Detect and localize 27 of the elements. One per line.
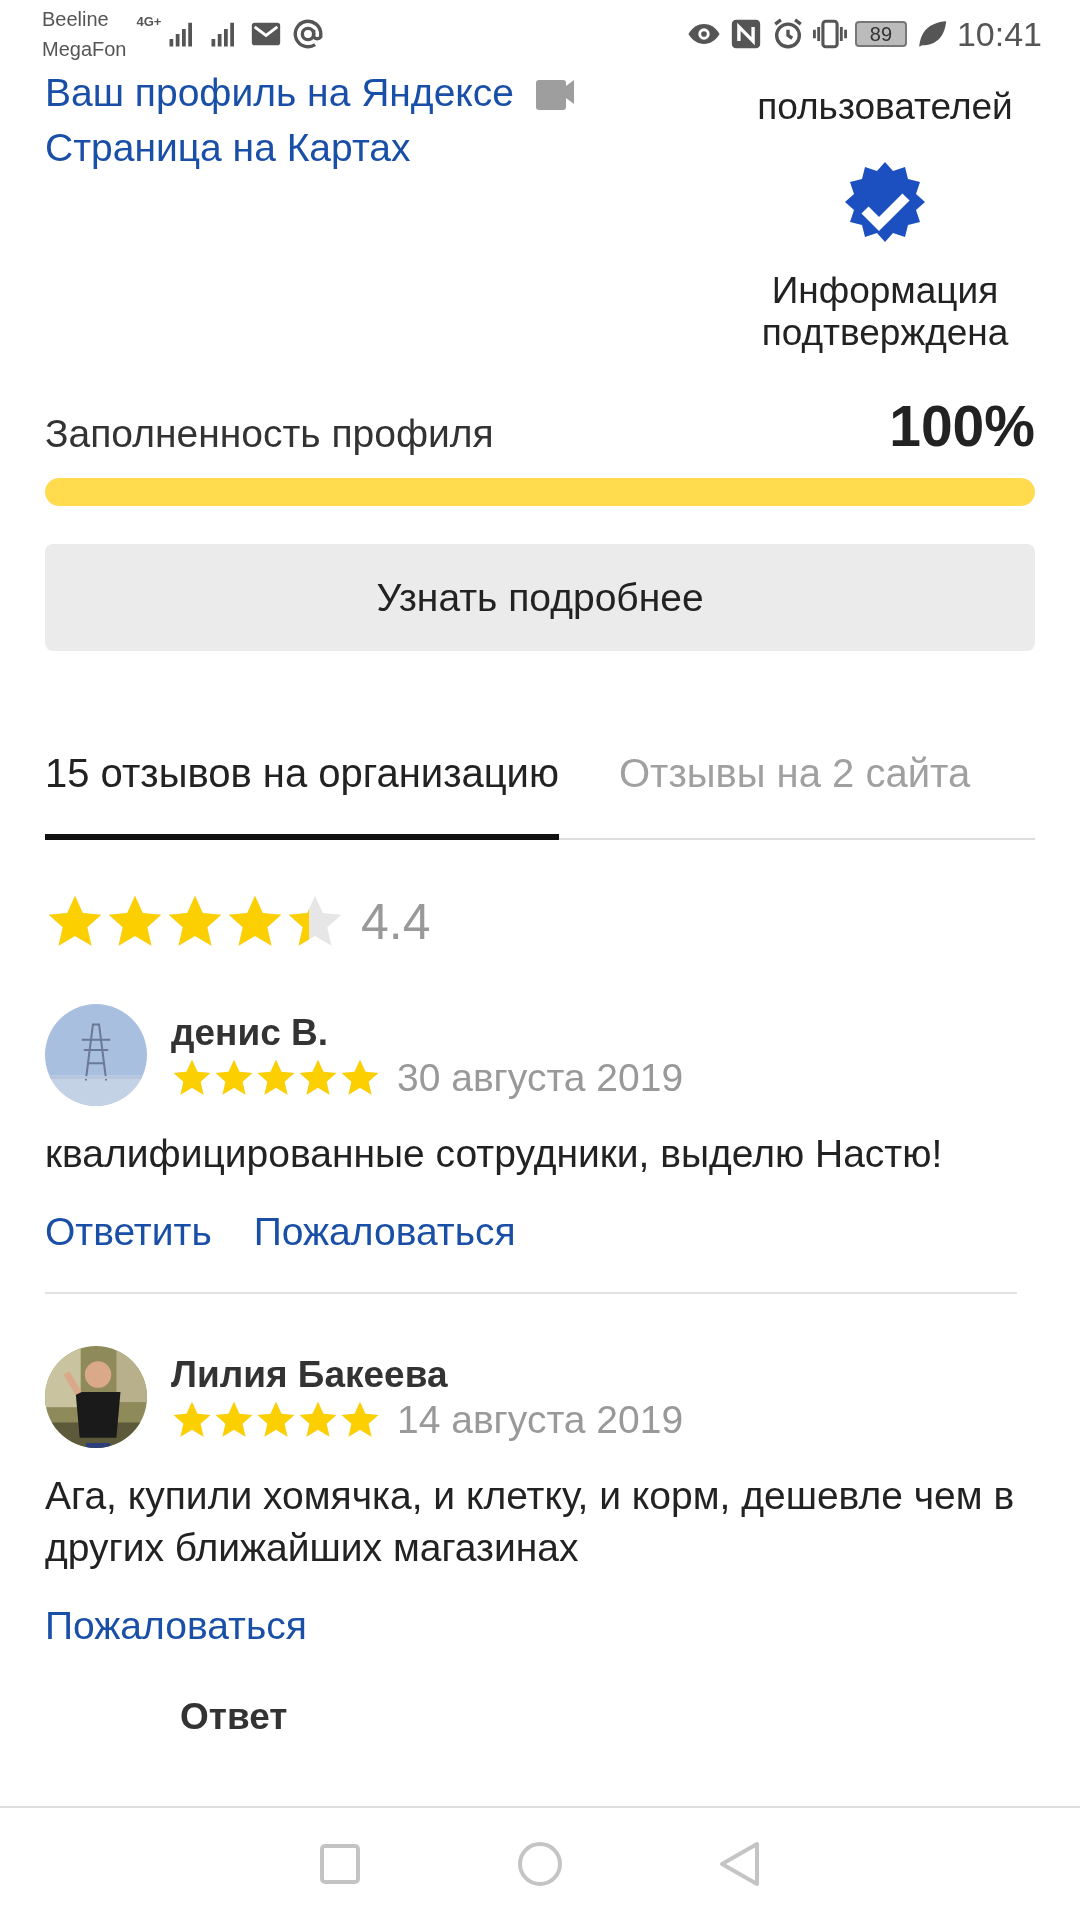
network-type: 4G+ [136,14,162,29]
carrier-name: MegaFon [42,37,127,62]
reviewer-name: Лилия Бакеева [171,1353,449,1397]
learn-more-button[interactable]: Узнать подробнее [45,544,1035,651]
clock-time: 10:41 [956,14,1042,54]
reviews-tab[interactable]: 15 отзывов на организацию [45,751,559,840]
review-action-link[interactable]: Ответить [45,1202,212,1262]
review-text: квалифицированные сотрудники, выделю Настю! [45,1131,944,1177]
review-date: 14 августа 2019 [397,1398,684,1442]
award-label: подтверждена [761,312,1009,354]
review-text: Ага, купили хомячка, и клетку, и корм, дешевле чем в других ближайших магазинах [45,1473,1016,1571]
profile-link[interactable]: Ваш профиль на Яндексе [45,68,514,118]
battery-icon: 89 [854,21,907,47]
vibrate-icon [812,17,847,51]
award-label: пользователей [757,86,1013,128]
reviewer-name: денис В. [171,1011,329,1055]
carrier-name: Beeline [42,7,110,32]
profile-fill-percent: 100% [889,394,1035,458]
review-action-link[interactable]: Пожаловаться [45,1596,307,1656]
profile-fill-label: Заполненность профиля [45,411,494,457]
review-date: 30 августа 2019 [397,1056,684,1100]
award-label: Информация [771,270,999,312]
profile-link[interactable]: Страница на Картах [45,123,411,173]
home-icon[interactable] [515,1839,565,1889]
reply-heading: Ответ [180,1696,289,1738]
review-action-link[interactable]: Пожаловаться [253,1202,516,1262]
rating-value: 4.4 [361,893,431,951]
